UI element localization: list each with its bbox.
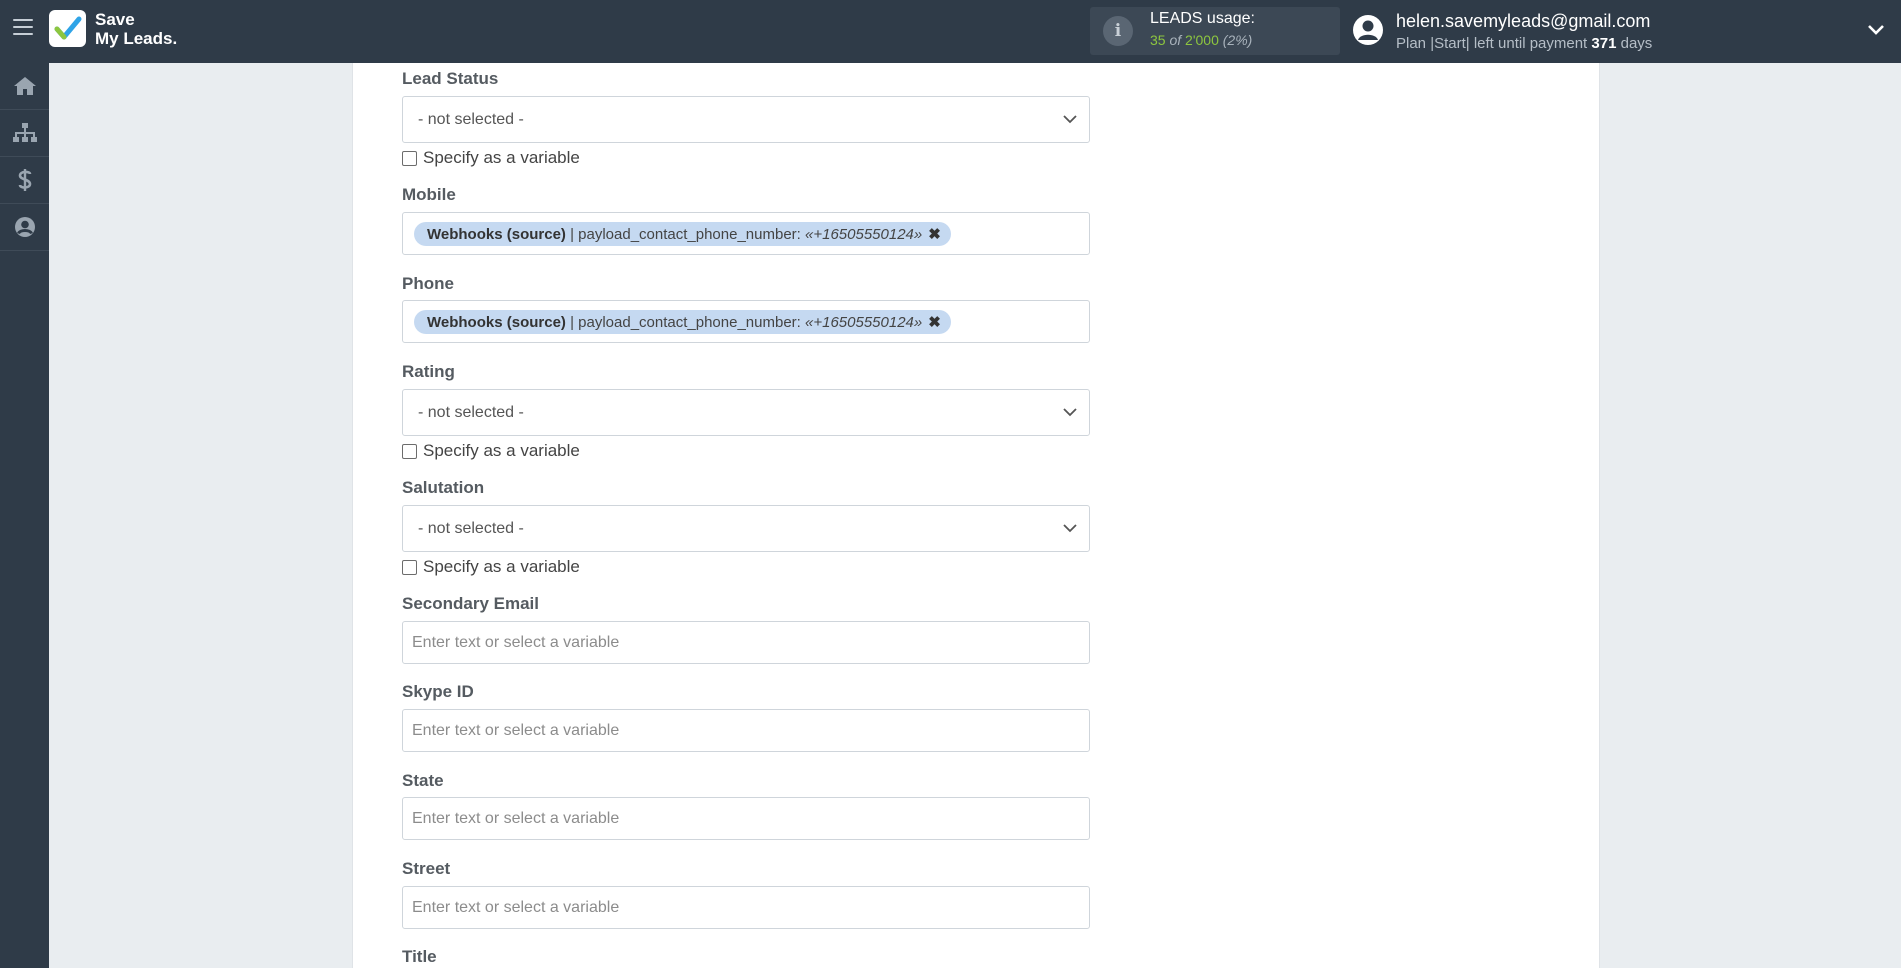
checkbox-box[interactable] [402, 443, 417, 459]
sidebar-item-connections[interactable] [0, 110, 49, 157]
leads-usage-count: 35 of 2'000 (2%) [1150, 32, 1252, 48]
tag-field: | payload_contact_phone_number: [570, 225, 801, 243]
home-icon [13, 77, 36, 95]
lead-status-label: Lead Status [402, 69, 499, 88]
salutation-select[interactable]: - not selected - [402, 505, 1090, 552]
leads-percent: (2%) [1222, 32, 1253, 48]
salutation-variable-checkbox[interactable]: Specify as a variable [402, 557, 580, 577]
lead-status-variable-checkbox[interactable]: Specify as a variable [402, 148, 580, 168]
salutation-label: Salutation [402, 478, 485, 497]
days-left: 371 [1591, 35, 1617, 52]
lead-status-select[interactable]: - not selected - [402, 96, 1090, 143]
user-avatar-icon[interactable] [1352, 14, 1384, 46]
logo-line-1: Save [95, 10, 135, 29]
title-label: Title [402, 947, 437, 966]
street-label: Street [402, 859, 451, 878]
street-input[interactable] [402, 886, 1090, 929]
variable-tag: Webhooks (source) | payload_contact_phon… [414, 222, 951, 246]
skype-id-input[interactable] [402, 709, 1090, 752]
state-label: State [402, 771, 444, 790]
chevron-down-icon [1063, 408, 1077, 417]
checkbox-label: Specify as a variable [423, 557, 580, 576]
tag-value: «+16505550124» [805, 313, 923, 331]
checkbox-label: Specify as a variable [423, 441, 580, 460]
dollar-icon [18, 169, 31, 191]
user-plan: Plan |Start| left until payment 371 days [1396, 35, 1652, 52]
sidebar-item-account[interactable] [0, 204, 49, 251]
leads-usage-box: i LEADS usage: 35 of 2'000 (2%) [1090, 7, 1340, 55]
phone-label: Phone [402, 274, 454, 293]
rating-variable-checkbox[interactable]: Specify as a variable [402, 441, 580, 461]
chevron-down-icon [1063, 524, 1077, 533]
sidebar-item-billing[interactable] [0, 157, 49, 204]
mobile-field[interactable]: Webhooks (source) | payload_contact_phon… [402, 212, 1090, 255]
tag-source: Webhooks (source) [427, 225, 566, 243]
leads-usage-label: LEADS usage: [1150, 10, 1255, 27]
chevron-down-icon[interactable] [1867, 23, 1885, 37]
checkbox-box[interactable] [402, 150, 417, 166]
sidebar-item-home[interactable] [0, 63, 49, 110]
variable-tag: Webhooks (source) | payload_contact_phon… [414, 310, 951, 334]
chevron-down-icon [1063, 115, 1077, 124]
rating-label: Rating [402, 362, 455, 381]
user-email[interactable]: helen.savemyleads@gmail.com [1396, 11, 1650, 32]
remove-tag-icon[interactable]: ✖ [928, 225, 941, 243]
menu-toggle-icon[interactable] [13, 19, 33, 37]
days-word: days [1620, 35, 1653, 52]
logo-text[interactable]: Save My Leads. [95, 10, 177, 48]
state-input[interactable] [402, 797, 1090, 840]
top-bar: Save My Leads. i LEADS usage: 35 of 2'00… [0, 0, 1901, 63]
sidebar [0, 63, 49, 968]
phone-field[interactable]: Webhooks (source) | payload_contact_phon… [402, 300, 1090, 343]
checkbox-label: Specify as a variable [423, 148, 580, 167]
leads-total: 2'000 [1185, 32, 1219, 48]
skype-id-label: Skype ID [402, 682, 474, 701]
plan-text: Plan |Start| left until payment [1396, 35, 1588, 52]
rating-value: - not selected - [418, 404, 524, 421]
lead-status-value: - not selected - [418, 111, 524, 128]
logo-line-2: My Leads. [95, 29, 178, 48]
user-icon [14, 217, 35, 237]
secondary-email-label: Secondary Email [402, 594, 540, 613]
mobile-label: Mobile [402, 185, 456, 204]
remove-tag-icon[interactable]: ✖ [928, 313, 941, 331]
rating-select[interactable]: - not selected - [402, 389, 1090, 436]
tag-source: Webhooks (source) [427, 313, 566, 331]
tag-value: «+16505550124» [805, 225, 923, 243]
secondary-email-input[interactable] [402, 621, 1090, 664]
leads-of: of [1169, 32, 1182, 48]
logo-icon[interactable] [49, 10, 86, 47]
salutation-value: - not selected - [418, 520, 524, 537]
checkbox-box[interactable] [402, 559, 417, 575]
info-icon: i [1103, 16, 1133, 46]
sitemap-icon [12, 123, 37, 142]
leads-used: 35 [1150, 32, 1166, 48]
tag-field: | payload_contact_phone_number: [570, 313, 801, 331]
